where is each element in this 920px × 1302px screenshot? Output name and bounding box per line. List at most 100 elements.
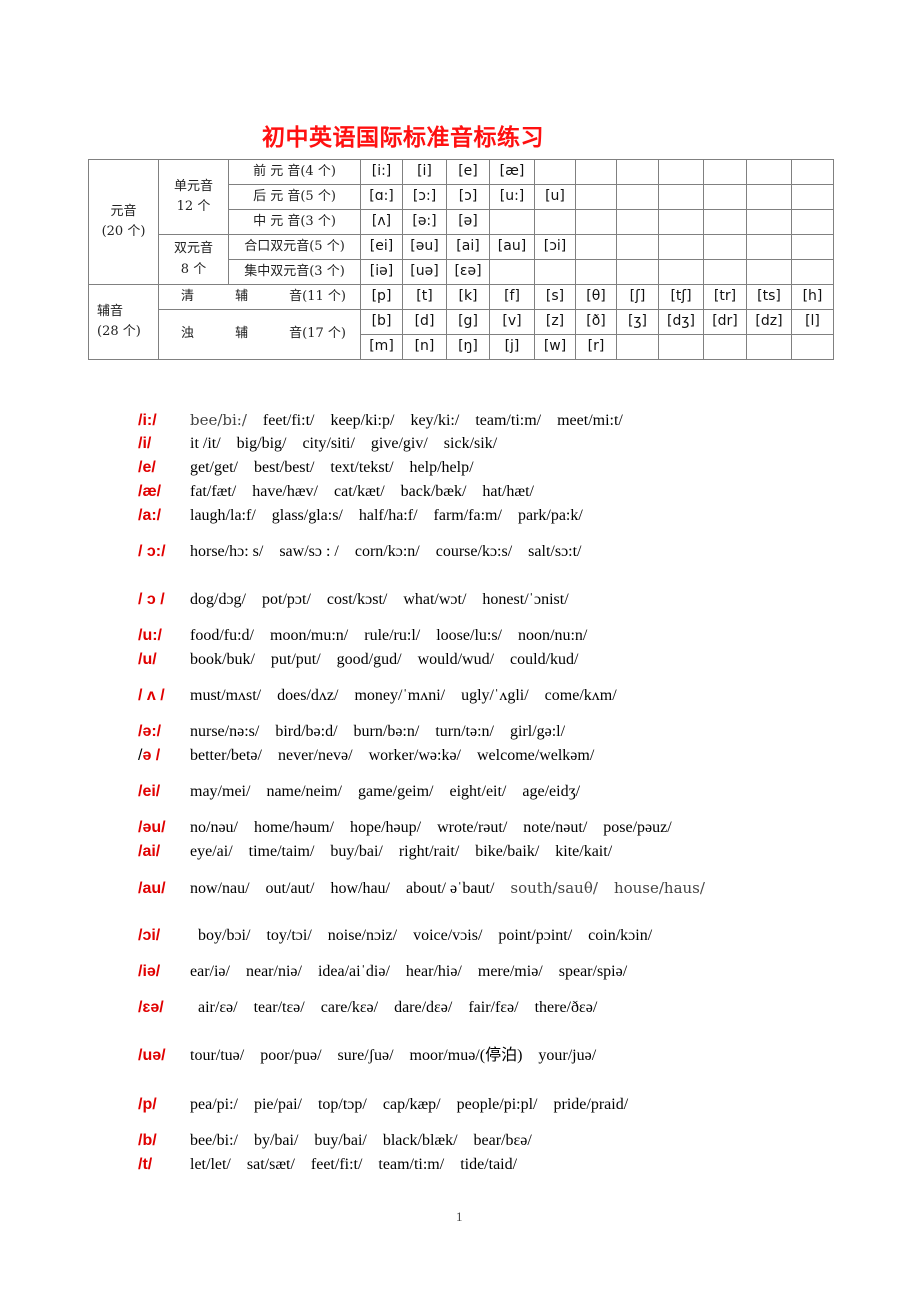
chart-row: 元音 (20 个) 单元音 12 个 前 元 音(4 个) [i:] [i] [e] [æ] (88, 159, 834, 285)
phoneme-cell: [z] (534, 309, 576, 335)
word-transcription: age/eidʒ/ (522, 783, 581, 800)
word-transcription: team/ti:m/ (378, 1156, 445, 1173)
phoneme-cell (703, 209, 747, 235)
phoneme-label: /a:/ (138, 507, 162, 524)
phoneme-line: /əu/no/nəu/home/həum/hope/həup/wrote/rəu… (138, 818, 688, 838)
phoneme-cell (703, 184, 747, 210)
consonant-group-cell-count: (28 个) (97, 324, 141, 339)
phoneme-cell (703, 259, 747, 285)
phoneme-cell: [ŋ] (446, 334, 490, 360)
phoneme-cell: [ɔi] (534, 234, 576, 260)
phoneme-cell (703, 159, 747, 185)
phoneme-label: /ɔi/ (138, 927, 161, 944)
word-transcription: pot/pɔt/ (262, 591, 311, 608)
phoneme-label: / ɔ:/ (138, 543, 166, 560)
phoneme-label: / ɔ / (138, 591, 165, 608)
word-transcription: burn/bə:n/ (353, 723, 420, 740)
word-transcription: black/blæk/ (382, 1132, 458, 1149)
word-transcription: eight/eit/ (449, 783, 507, 800)
phoneme-cell (703, 334, 747, 360)
phoneme-label: /ai/ (138, 843, 161, 860)
phoneme-label: /ei/ (138, 783, 161, 800)
word-transcription: pride/praid/ (553, 1096, 629, 1113)
phoneme-label: /ə:/ (138, 723, 162, 740)
word-transcription: loose/lu:s/ (436, 627, 502, 644)
vowel-group-cell-count: (20 个) (101, 224, 146, 239)
chart-row: 双元音 8 个 合口双元音(5 个) [ei] [əu] [ai] [au] [ɔi] (89, 234, 834, 285)
word-transcription: buy/bai/ (330, 843, 383, 860)
phoneme-cell (575, 234, 617, 260)
phoneme-cell: [w] (534, 334, 576, 360)
word-transcription: nurse/nə:s/ (190, 723, 260, 740)
word-transcription: could/kud/ (510, 651, 579, 668)
word-transcription: never/nevə/ (277, 747, 353, 764)
word-transcription: ear/iə/ (190, 963, 230, 980)
category-part: 浊 (181, 326, 195, 342)
word-transcription: turn/tə:n/ (435, 723, 494, 740)
monophthong-cell-label: 单元音 (173, 178, 213, 194)
phoneme-cell: [ʌ] (360, 209, 403, 235)
category-label: 浊 辅 音(17 个) (159, 326, 360, 342)
word-transcription: boy/bɔi/ (198, 927, 251, 944)
word-transcription: note/nəut/ (523, 819, 588, 836)
phoneme-cell (746, 234, 792, 260)
phoneme-line: / ɔ:/ horse/hɔ: s/saw/sɔ : / corn/kɔ:n/cou… (138, 542, 598, 562)
phoneme-cell: [ʒ] (616, 309, 659, 335)
phoneme-cell: [h] (791, 284, 834, 310)
word-transcription: bee/bi:/ (190, 1132, 238, 1149)
word-transcription: voice/vɔis/ (413, 927, 483, 944)
phoneme-line: /i:/ bee/bi:/ feet/fi:t/keep/ki:p/key/ki:/… (138, 410, 639, 430)
consonant-group-cell: 辅音 (28 个) (88, 284, 159, 360)
category-cell: 前 元 音(4 个) (228, 159, 361, 185)
word-transcription: team/ti:m/ (475, 412, 542, 429)
phoneme-cell (746, 159, 792, 185)
phoneme-cell: [ə] (446, 209, 490, 235)
phoneme-cell: [n] (402, 334, 447, 360)
word-transcription: girl/gə:l/ (509, 723, 566, 740)
word-transcription: kite/kait/ (555, 843, 613, 860)
phoneme-cell: [i:] (360, 159, 403, 185)
phoneme-label: /u/ (138, 651, 157, 668)
phoneme-cell: [f] (489, 284, 535, 310)
category-part: 清 (181, 288, 195, 304)
word-transcription: now/nau/ (190, 880, 250, 897)
word-transcription: coin/kɔin/ (588, 927, 653, 944)
phoneme-cell (791, 334, 834, 360)
word-transcription: pie/pai/ (253, 1096, 302, 1113)
phoneme-label: /uə/ (138, 1047, 166, 1064)
phoneme-label: /u:/ (138, 627, 162, 644)
word-transcription: sick/sik/ (443, 435, 498, 452)
category-part: 音(11 个) (289, 288, 346, 304)
word-transcription: tear/tɛə/ (253, 999, 305, 1016)
word-transcription: feet/fi:t/ (310, 1156, 363, 1173)
word-transcription: get/get/ (190, 459, 238, 476)
phoneme-cell: [ð] (575, 309, 617, 335)
phoneme-line: /ei/may/mei/name/neim/game/geim/eight/ei… (138, 782, 596, 802)
word-transcription: it /it/ (190, 435, 221, 452)
word-transcription: better/betə/ (190, 747, 262, 764)
phoneme-cell: [g] (446, 309, 490, 335)
phoneme-cell (534, 259, 576, 285)
word-transcription: horse/hɔ: s/ (190, 543, 264, 560)
word-transcription: people/pi:pl/ (456, 1096, 538, 1113)
phoneme-line: /uə/tour/tuə/poor/puə/sure/ʃuə/moor/muə/… (138, 1046, 612, 1066)
phoneme-cell (746, 209, 792, 235)
phoneme-label: /au/ (138, 880, 166, 897)
word-transcription: your/juə/ (538, 1047, 597, 1064)
word-transcription: wrote/rəut/ (437, 819, 508, 836)
phoneme-cell (791, 184, 834, 210)
word-transcription: no/nəu/ (190, 819, 238, 836)
word-transcription: pea/pi:/ (190, 1096, 238, 1113)
phoneme-cell: [θ] (575, 284, 617, 310)
word-transcription: about/ əˈbaut/ (405, 880, 495, 897)
phoneme-cell: [əu] (402, 234, 447, 260)
word-transcription: help/help/ (409, 459, 474, 476)
phoneme-label: / ʌ / (138, 687, 165, 704)
word-transcription: care/kɛə/ (320, 999, 379, 1016)
phoneme-cell: [tr] (703, 284, 747, 310)
word-transcription: point/pɔint/ (498, 927, 573, 944)
phoneme-cell: [d] (402, 309, 447, 335)
phoneme-label: /iə/ (138, 963, 161, 980)
word-transcription: near/niə/ (245, 963, 302, 980)
word-transcription: name/neim/ (266, 783, 342, 800)
